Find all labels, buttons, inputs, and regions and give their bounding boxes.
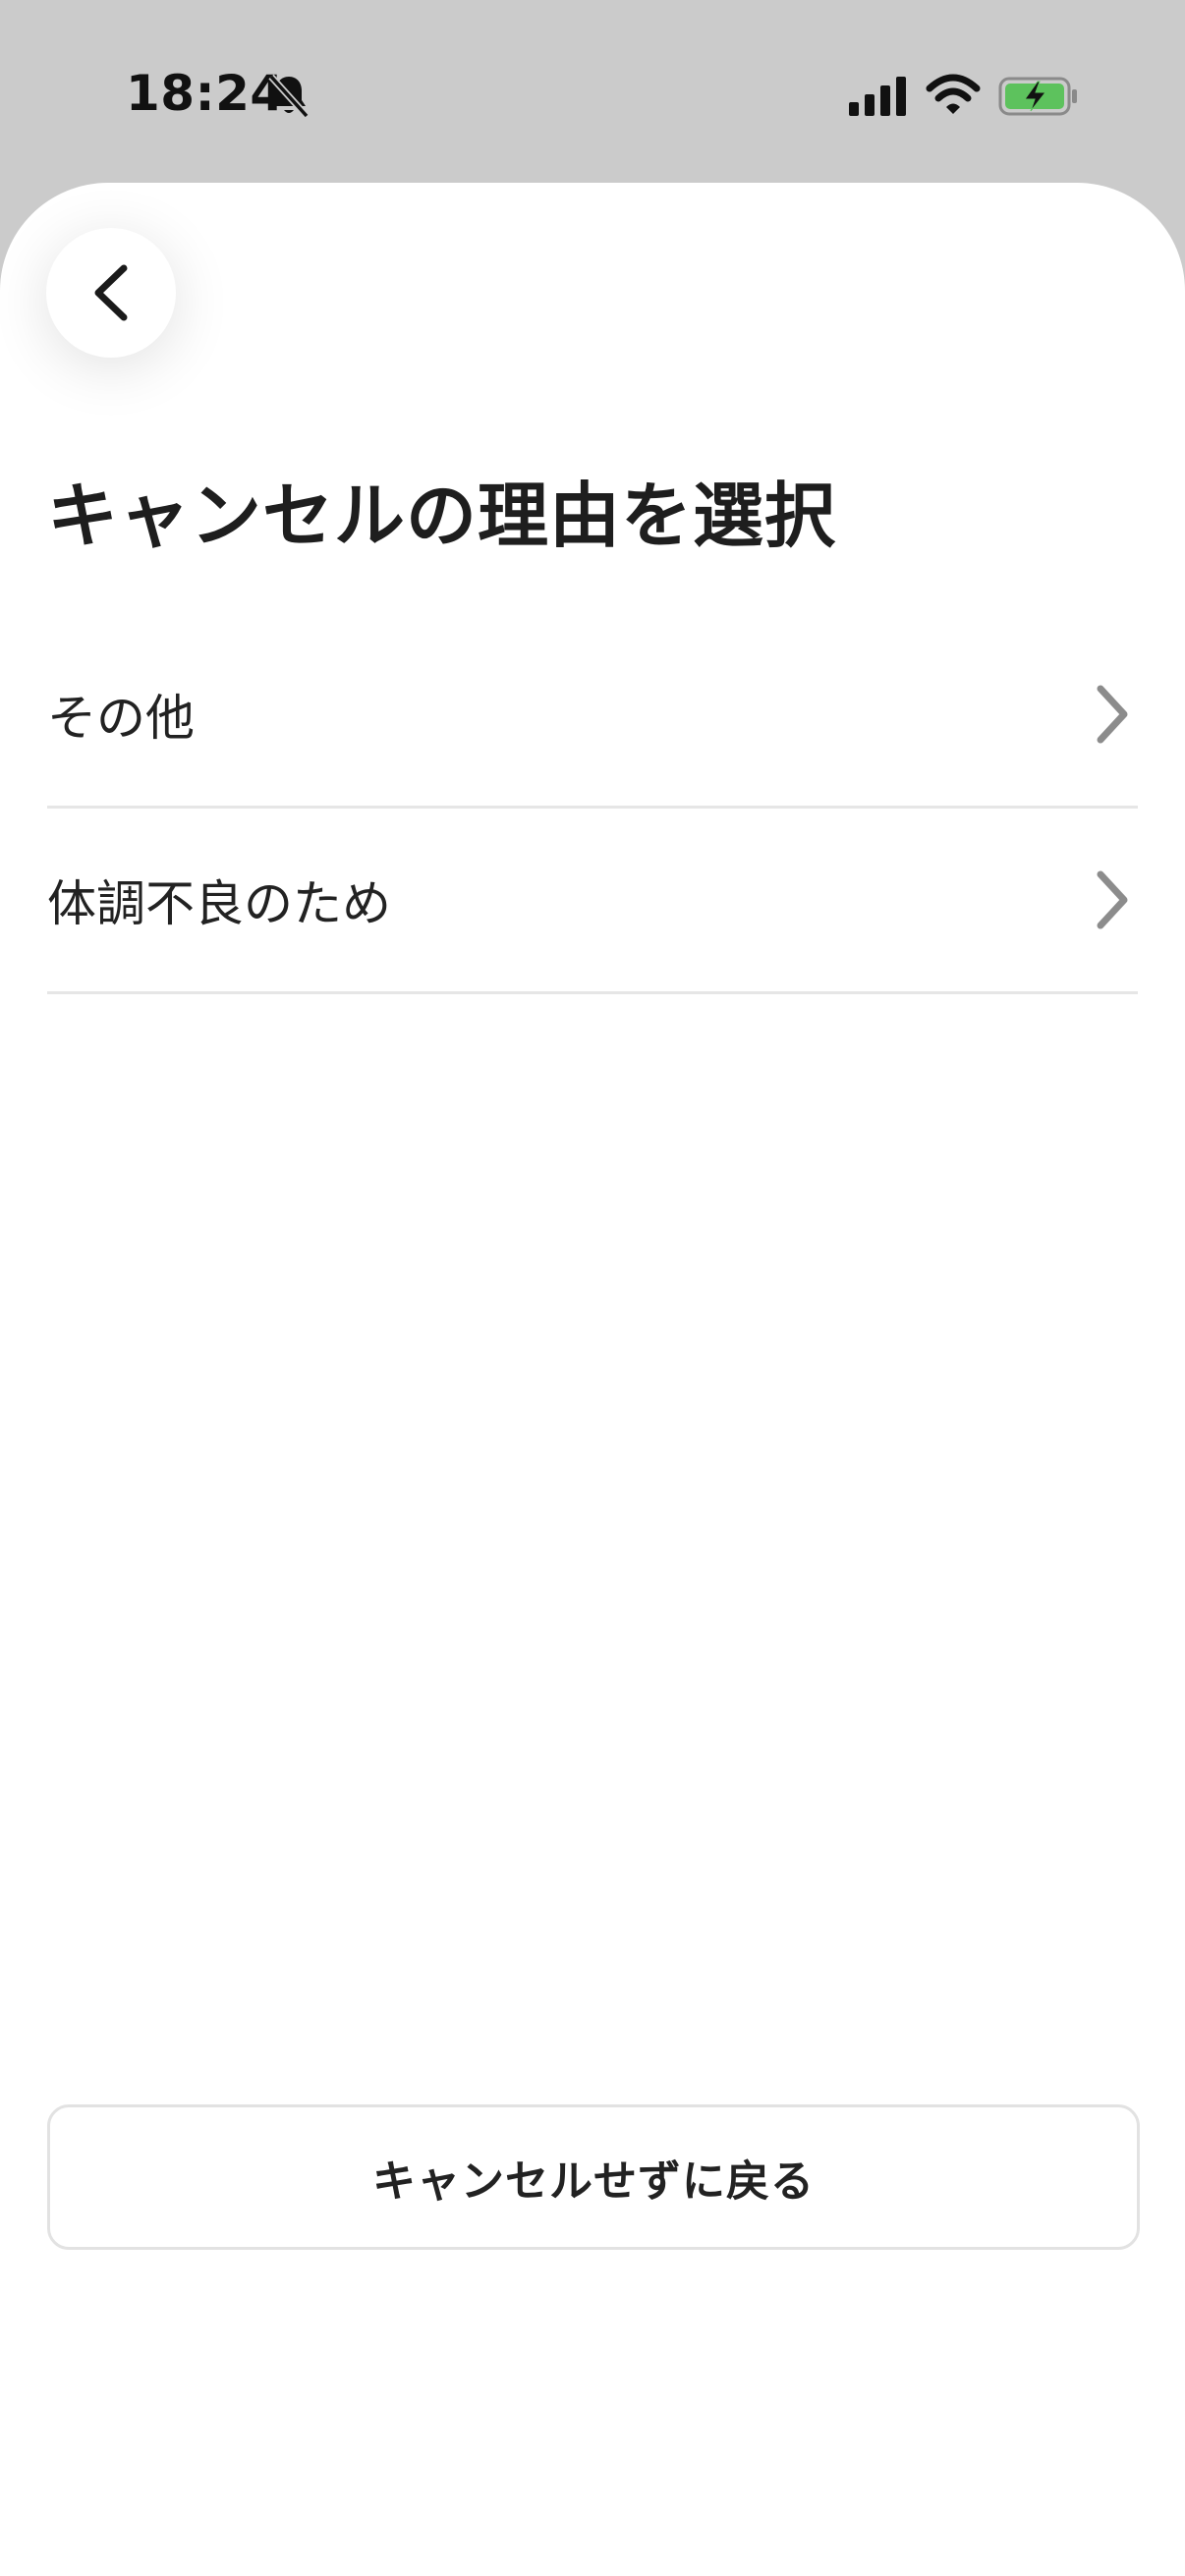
page-title: キャンセルの理由を選択 <box>47 475 837 557</box>
reason-list: その他 体調不良のため <box>47 623 1138 994</box>
battery-charging-icon <box>998 77 1077 116</box>
chevron-right-icon <box>1097 870 1128 929</box>
chevron-right-icon <box>1097 685 1128 744</box>
wifi-icon <box>926 74 981 114</box>
back-button[interactable] <box>46 228 176 358</box>
keep-booking-button[interactable]: キャンセルせずに戻る <box>47 2104 1140 2250</box>
status-time: 18:24 <box>126 65 285 122</box>
keep-booking-label: キャンセルせずに戻る <box>372 2156 815 2207</box>
reason-label: 体調不良のため <box>47 875 391 932</box>
reason-label: その他 <box>47 690 195 747</box>
cellular-signal-icon <box>849 77 906 116</box>
bell-slash-icon <box>268 74 310 119</box>
chevron-left-icon <box>94 264 128 321</box>
reason-item-poor-health[interactable]: 体調不良のため <box>47 809 1138 994</box>
status-bar: 18:24 <box>0 0 1185 183</box>
reason-item-other[interactable]: その他 <box>47 623 1138 809</box>
